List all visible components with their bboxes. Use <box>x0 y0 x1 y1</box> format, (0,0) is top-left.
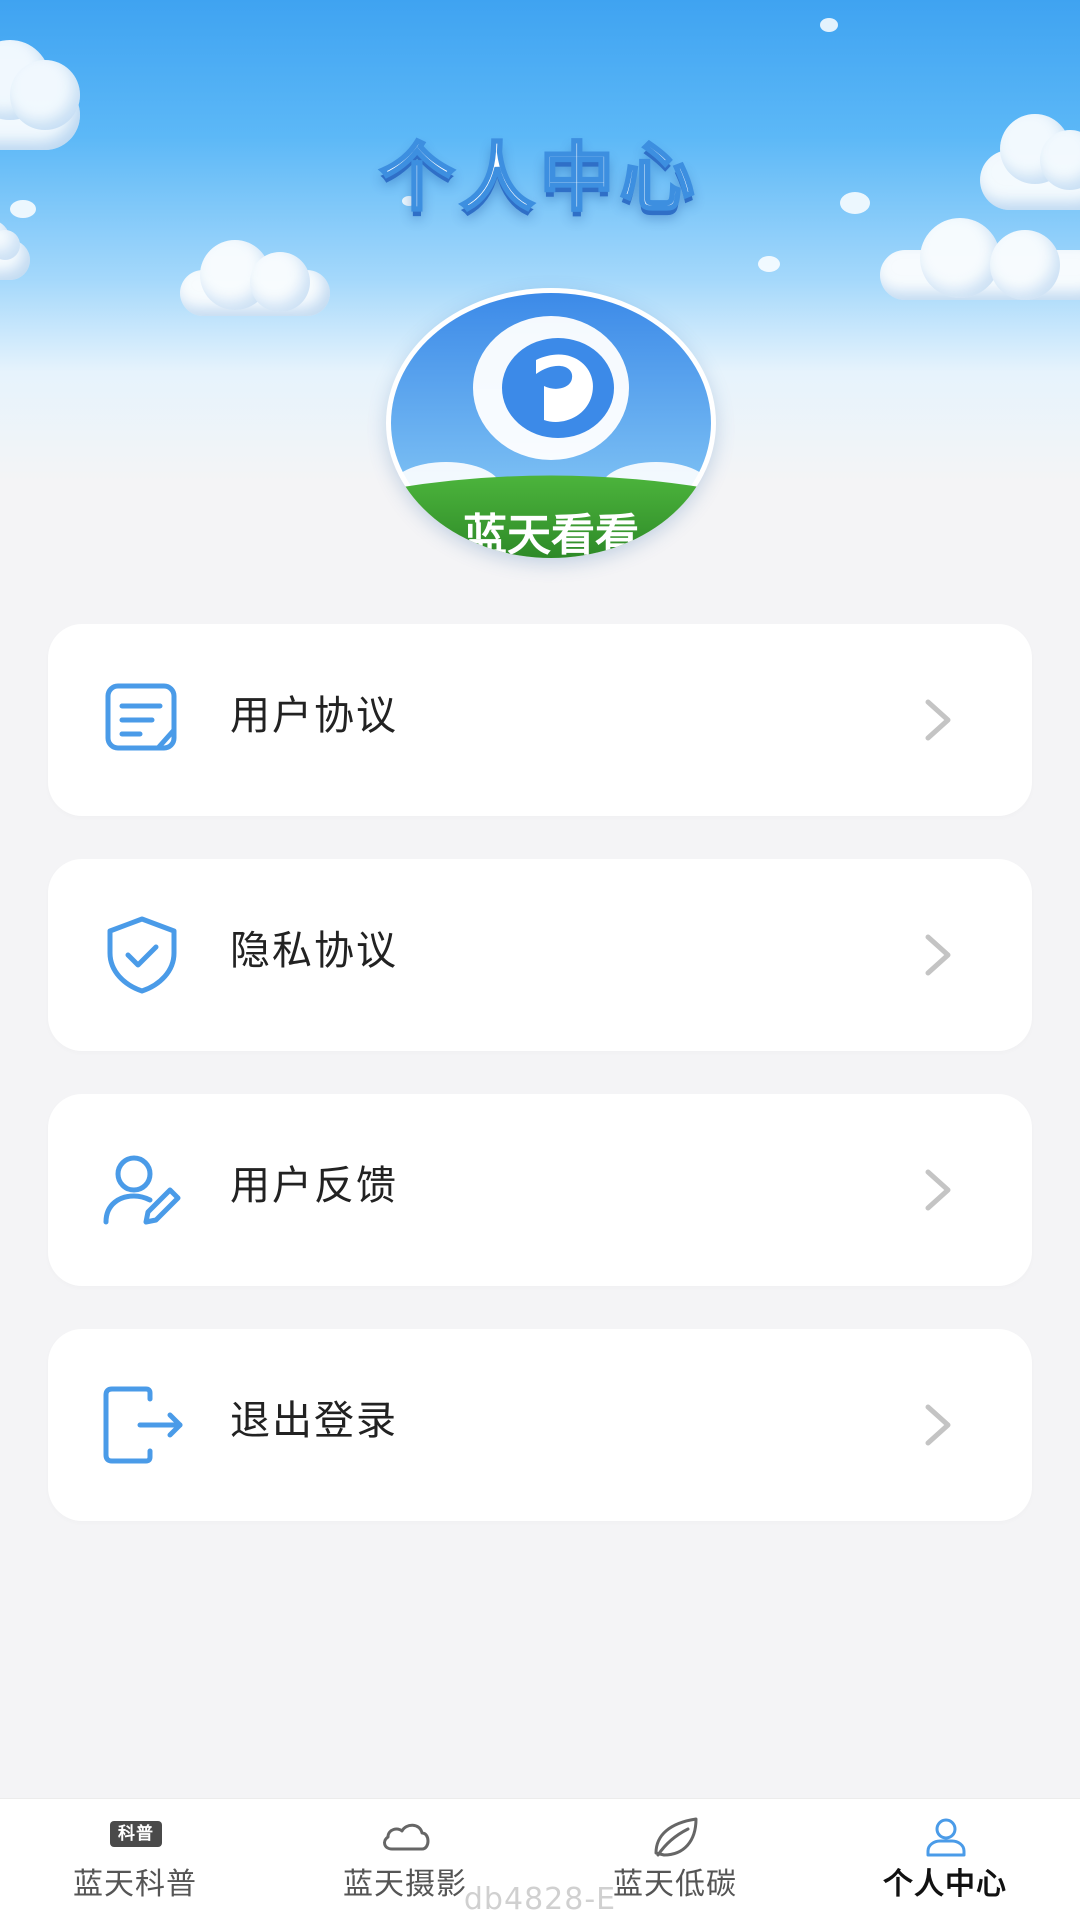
menu-item-label: 用户反馈 <box>230 1163 398 1209</box>
cloud-puff <box>820 18 838 32</box>
chevron-right-icon <box>925 934 951 976</box>
menu-item-privacy-agreement[interactable]: 隐私协议 <box>48 859 1032 1051</box>
chevron-right-icon <box>925 1169 951 1211</box>
menu-item-label: 用户协议 <box>230 693 398 739</box>
document-icon <box>105 683 177 751</box>
leaf-icon <box>654 1817 698 1857</box>
menu-item-user-agreement[interactable]: 用户协议 <box>48 624 1032 816</box>
user-icon <box>926 1818 966 1857</box>
cloud-decoration <box>180 240 330 316</box>
watermark-text: db4828-E <box>463 1882 617 1917</box>
shield-check-icon <box>107 916 177 994</box>
menu-item-label: 隐私协议 <box>230 928 398 974</box>
cloud-decoration <box>880 218 1080 300</box>
chevron-right-icon <box>925 699 951 741</box>
user-edit-icon <box>103 1155 181 1225</box>
menu-item-label: 退出登录 <box>230 1398 398 1444</box>
cloud-puff <box>758 256 780 272</box>
menu-item-logout[interactable]: 退出登录 <box>48 1329 1032 1521</box>
hero-header: 个人中心 蓝天看看 <box>0 0 1080 620</box>
page-title: 个人中心 <box>379 134 700 223</box>
logout-icon <box>103 1386 183 1464</box>
chevron-right-icon <box>925 1404 951 1446</box>
menu-item-user-feedback[interactable]: 用户反馈 <box>48 1094 1032 1286</box>
logo-graphic: 蓝天看看 <box>386 293 716 558</box>
cloud-icon <box>383 1823 430 1851</box>
logo-caption: 蓝天看看 <box>463 510 639 558</box>
app-logo: 蓝天看看 <box>386 288 716 558</box>
science-badge-icon: 科普 <box>110 1821 162 1847</box>
cloud-decoration <box>0 220 30 280</box>
